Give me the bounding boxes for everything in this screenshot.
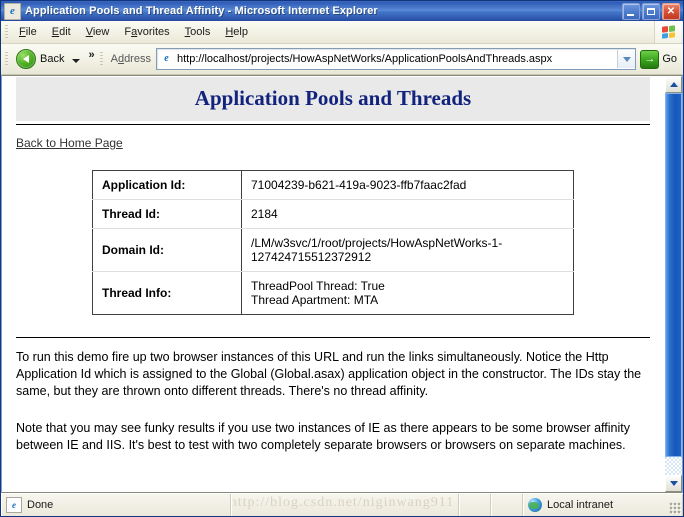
menu-item-favorites[interactable]: Favorites — [117, 24, 177, 40]
back-to-home-page-link[interactable]: Back to Home Page — [16, 136, 123, 150]
menu-item-file[interactable]: File — [12, 24, 45, 40]
address-label: Address — [110, 53, 151, 65]
row-value-domain-id: /LM/w3svc/1/root/projects/HowAspNetWorks… — [241, 228, 574, 272]
vertical-scrollbar[interactable] — [664, 76, 682, 492]
row-value-application-id: 71004239-b621-419a-9023-ffb7faac2fad — [241, 170, 574, 200]
favicon-e-glyph: e — [164, 53, 169, 64]
status-bar: http://blog.csdn.net/niginwang911 e Done… — [1, 493, 683, 516]
table-row: Thread Info: ThreadPool Thread: True Thr… — [92, 271, 574, 315]
description-paragraph-2: Note that you may see funky results if y… — [16, 421, 630, 452]
minimize-button[interactable] — [622, 3, 640, 20]
status-message-cell: e Done — [1, 494, 231, 516]
row-label-application-id: Application Id: — [92, 170, 242, 200]
security-zone-cell[interactable]: Local intranet — [523, 494, 683, 516]
window-controls: ✕ — [622, 3, 680, 20]
thread-info-pool-value: ThreadPool Thread: True — [251, 279, 385, 293]
description-paragraph-1: To run this demo fire up two browser ins… — [16, 350, 642, 398]
minimize-icon — [627, 14, 634, 16]
go-button[interactable]: → Go — [638, 49, 683, 69]
address-drag-handle[interactable] — [99, 51, 103, 67]
page-heading-band: Application Pools and Threads — [16, 77, 650, 121]
menu-drag-handle[interactable] — [5, 24, 8, 40]
back-button[interactable]: Back — [12, 47, 86, 71]
address-chevron-down-icon[interactable] — [617, 50, 636, 68]
menu-bar: File Edit View Favorites Tools Help — [1, 21, 683, 44]
heading-divider — [16, 124, 650, 125]
toolbar-overflow-chevron-icon[interactable]: » — [88, 49, 94, 61]
menu-item-edit[interactable]: Edit — [45, 24, 79, 40]
table-row: Application Id: 71004239-b621-419a-9023-… — [92, 170, 574, 200]
title-bar: e Application Pools and Thread Affinity … — [1, 1, 683, 21]
back-arrow-icon — [16, 49, 36, 69]
go-arrow-icon: → — [640, 49, 660, 69]
table-row: Domain Id: /LM/w3svc/1/root/projects/How… — [92, 228, 574, 272]
chevron-down-icon — [669, 481, 678, 486]
web-page-document: Application Pools and Threads Back to Ho… — [2, 76, 664, 492]
menu-item-help[interactable]: Help — [218, 24, 256, 40]
maximize-icon — [647, 8, 655, 15]
address-url-text: http://localhost/projects/HowAspNetWorks… — [176, 53, 553, 65]
maximize-button[interactable] — [642, 3, 660, 20]
row-label-thread-info: Thread Info: — [92, 271, 242, 315]
scrollbar-thumb[interactable] — [665, 93, 682, 457]
address-toolbar: Back » Address e http://localhost/projec… — [1, 44, 683, 75]
status-blank-cell-3 — [491, 494, 523, 516]
go-button-label: Go — [662, 53, 677, 65]
globe-icon — [528, 498, 542, 512]
address-input[interactable]: e http://localhost/projects/HowAspNetWor… — [155, 48, 637, 70]
status-blank-cell-2 — [459, 494, 491, 516]
application-info-table: Application Id: 71004239-b621-419a-9023-… — [92, 170, 574, 315]
content-area: Application Pools and Threads Back to Ho… — [2, 75, 682, 493]
scroll-down-button[interactable] — [665, 475, 682, 492]
status-e-glyph: e — [12, 499, 16, 510]
status-blank-cell-1 — [231, 494, 459, 516]
scroll-up-button[interactable] — [665, 76, 682, 93]
thread-id-value: 2184 — [251, 207, 278, 221]
close-button[interactable]: ✕ — [662, 3, 680, 20]
internet-explorer-icon: e — [4, 2, 21, 20]
page-favicon-icon: e — [158, 51, 174, 67]
menu-item-tools[interactable]: Tools — [178, 24, 219, 40]
back-history-chevron-down-icon[interactable] — [72, 58, 81, 63]
row-value-thread-info: ThreadPool Thread: True Thread Apartment… — [242, 272, 574, 315]
status-text: Done — [27, 499, 54, 511]
toolbar-drag-handle[interactable] — [5, 51, 8, 67]
content-divider — [16, 337, 650, 338]
row-label-thread-id: Thread Id: — [92, 199, 242, 229]
document-done-icon: e — [6, 497, 22, 513]
back-button-label: Back — [40, 53, 65, 65]
close-icon: ✕ — [666, 5, 676, 17]
row-label-domain-id: Domain Id: — [92, 228, 242, 272]
domain-id-value-line1: /LM/w3svc/1/root/projects/HowAspNetWorks… — [251, 236, 503, 250]
security-zone-label: Local intranet — [547, 499, 614, 511]
menu-item-view[interactable]: View — [79, 24, 118, 40]
page-title: Application Pools and Threads — [194, 86, 472, 110]
chevron-up-icon — [669, 82, 678, 87]
windows-flag-logo-icon — [654, 21, 681, 43]
window-title: Application Pools and Thread Affinity - … — [25, 5, 378, 17]
domain-id-value-line2: 127424715512372912 — [251, 250, 372, 264]
table-row: Thread Id: 2184 — [92, 199, 574, 229]
thread-info-apartment-value: Thread Apartment: MTA — [251, 293, 379, 307]
flag-glyph — [661, 25, 675, 39]
go-arrow-glyph: → — [644, 52, 656, 65]
scrollbar-track[interactable] — [665, 93, 682, 475]
row-value-thread-id: 2184 — [241, 199, 574, 229]
ie-e-glyph: e — [10, 4, 15, 17]
application-id-value: 71004239-b621-419a-9023-ffb7faac2fad — [251, 178, 467, 192]
browser-window: e Application Pools and Thread Affinity … — [0, 0, 684, 517]
